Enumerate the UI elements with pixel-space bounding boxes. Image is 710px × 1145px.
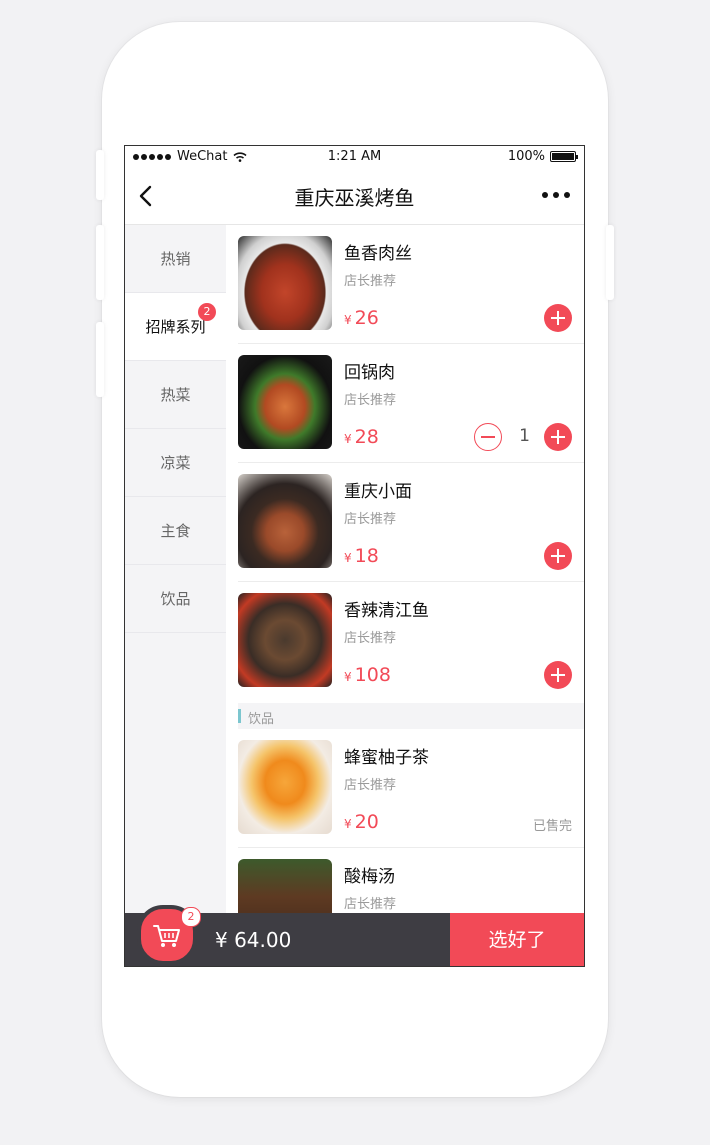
item-subtitle: 店长推荐 <box>344 393 397 408</box>
food-image <box>238 740 332 834</box>
cart-count-badge: 2 <box>181 907 201 927</box>
food-image <box>238 859 332 915</box>
cart-total: ¥ 64.00 <box>215 928 292 952</box>
cart-button[interactable]: 2 <box>137 905 201 965</box>
category-sidebar: 热销 招牌系列 2 热菜 凉菜 主食 饮品 <box>125 225 226 915</box>
section-header: 饮品 <box>238 703 584 729</box>
plus-icon[interactable] <box>544 304 572 332</box>
food-image <box>238 236 332 330</box>
item-price: ¥18 <box>344 545 379 567</box>
list-item[interactable]: 香辣清江鱼 店长推荐 ¥108 <box>226 582 584 701</box>
plus-icon[interactable] <box>544 423 572 451</box>
checkout-button[interactable]: 选好了 <box>450 913 584 966</box>
quantity-value: 1 <box>519 426 530 446</box>
menu-list: 鱼香肉丝 店长推荐 ¥26 回锅肉 店长推荐 ¥28 1 重庆小面 店长推荐 ¥… <box>226 225 584 915</box>
sold-out-label: 已售完 <box>532 819 572 834</box>
sidebar-item-hot-dishes[interactable]: 热菜 <box>125 361 226 429</box>
sidebar-item-label: 热菜 <box>160 386 191 404</box>
sidebar-item-drinks[interactable]: 饮品 <box>125 565 226 633</box>
sidebar-item-label: 热销 <box>160 250 191 268</box>
page-title: 重庆巫溪烤鱼 <box>294 186 415 210</box>
list-item[interactable]: 回锅肉 店长推荐 ¥28 1 <box>226 344 584 463</box>
battery-percent: 100% <box>507 149 545 164</box>
list-item[interactable]: 鱼香肉丝 店长推荐 ¥26 <box>226 225 584 344</box>
phone-side-button <box>96 322 104 397</box>
item-name: 回锅肉 <box>344 363 395 383</box>
plus-icon[interactable] <box>544 542 572 570</box>
list-item[interactable]: 酸梅汤 店长推荐 <box>226 848 584 915</box>
phone-side-button <box>96 225 104 300</box>
more-icon[interactable] <box>542 192 570 198</box>
list-item[interactable]: 重庆小面 店长推荐 ¥18 <box>226 463 584 582</box>
item-subtitle: 店长推荐 <box>344 274 397 289</box>
item-price: ¥28 <box>344 426 379 448</box>
phone-side-button <box>96 150 104 200</box>
cart-bar: 2 ¥ 64.00 选好了 <box>125 905 584 966</box>
sidebar-item-hot[interactable]: 热销 <box>125 225 226 293</box>
battery-icon <box>550 151 578 162</box>
status-bar: WeChat 1:21 AM 100% <box>125 146 584 168</box>
item-subtitle: 店长推荐 <box>344 778 397 793</box>
item-name: 鱼香肉丝 <box>344 244 412 264</box>
section-marker <box>238 709 241 723</box>
item-name: 酸梅汤 <box>344 867 395 887</box>
sidebar-item-staples[interactable]: 主食 <box>125 497 226 565</box>
sidebar-item-label: 饮品 <box>160 590 191 608</box>
count-badge: 2 <box>198 303 216 321</box>
item-subtitle: 店长推荐 <box>344 897 397 912</box>
sidebar-item-label: 招牌系列 <box>145 318 206 336</box>
plus-icon[interactable] <box>544 661 572 689</box>
item-price: ¥20 <box>344 811 379 833</box>
item-price: ¥26 <box>344 307 379 329</box>
minus-icon[interactable] <box>474 423 502 451</box>
sidebar-item-label: 凉菜 <box>160 454 191 472</box>
sidebar-item-signature[interactable]: 招牌系列 2 <box>125 293 226 361</box>
item-name: 香辣清江鱼 <box>344 601 429 621</box>
phone-side-button <box>606 225 614 300</box>
sidebar-item-label: 主食 <box>160 522 191 540</box>
sidebar-item-cold-dishes[interactable]: 凉菜 <box>125 429 226 497</box>
item-name: 蜂蜜柚子茶 <box>344 748 429 768</box>
food-image <box>238 355 332 449</box>
list-item[interactable]: 蜂蜜柚子茶 店长推荐 ¥20 已售完 <box>226 729 584 848</box>
item-price: ¥108 <box>344 664 391 686</box>
app-screen: WeChat 1:21 AM 100% 重庆巫溪烤鱼 热销 招牌系列 2 热菜 凉… <box>124 145 585 967</box>
food-image <box>238 593 332 687</box>
item-subtitle: 店长推荐 <box>344 512 397 527</box>
item-subtitle: 店长推荐 <box>344 631 397 646</box>
nav-bar: 重庆巫溪烤鱼 <box>125 168 584 225</box>
section-label: 饮品 <box>248 712 275 727</box>
food-image <box>238 474 332 568</box>
item-name: 重庆小面 <box>344 482 412 502</box>
